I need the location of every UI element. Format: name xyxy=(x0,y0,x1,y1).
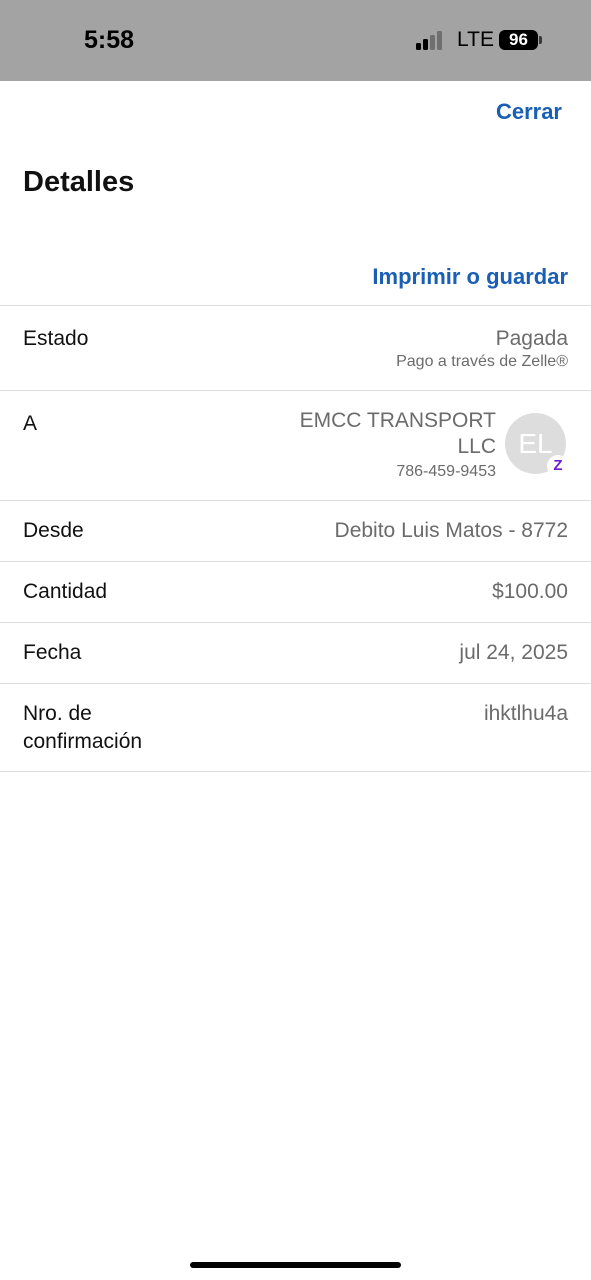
cantidad-value: $100.00 xyxy=(492,580,568,603)
page-title: Detalles xyxy=(23,166,135,198)
estado-value: Pagada xyxy=(495,327,568,350)
confirmacion-value: ihktlhu4a xyxy=(483,702,568,725)
detail-row-estado: Estado Pagada Pago a través de Zelle® xyxy=(0,306,591,391)
zelle-icon: Z xyxy=(547,455,569,477)
battery-icon: 96 xyxy=(499,30,538,50)
desde-label: Desde xyxy=(23,519,84,542)
desde-value: Debito Luis Matos - 8772 xyxy=(334,519,568,542)
details-list: Estado Pagada Pago a través de Zelle® A … xyxy=(0,305,591,772)
detail-row-cantidad: Cantidad $100.00 xyxy=(0,562,591,623)
detail-row-confirmacion: Nro. de confirmación ihktlhu4a xyxy=(0,684,591,772)
confirmacion-label: Nro. de confirmación xyxy=(23,702,143,753)
status-bar: 5:58 LTE 96 xyxy=(0,0,591,81)
home-indicator[interactable] xyxy=(190,1262,401,1268)
close-button[interactable]: Cerrar xyxy=(496,99,562,125)
fecha-value: jul 24, 2025 xyxy=(459,641,568,664)
detail-row-desde: Desde Debito Luis Matos - 8772 xyxy=(0,501,591,562)
detail-row-recipient: A EMCC TRANSPORT LLC 786-459-9453 EL Z xyxy=(0,391,591,501)
recipient-label: A xyxy=(23,412,38,435)
detail-row-fecha: Fecha jul 24, 2025 xyxy=(0,623,591,684)
cantidad-label: Cantidad xyxy=(23,580,108,603)
status-time: 5:58 xyxy=(84,26,135,54)
network-type: LTE xyxy=(457,28,494,51)
estado-subtext: Pago a través de Zelle® xyxy=(396,353,568,370)
estado-label: Estado xyxy=(23,327,89,350)
recipient-phone: 786-459-9453 xyxy=(396,463,496,480)
cellular-signal-icon xyxy=(416,30,448,50)
recipient-name: EMCC TRANSPORT LLC xyxy=(299,409,496,458)
print-or-save-button[interactable]: Imprimir o guardar xyxy=(372,264,568,290)
battery-nub xyxy=(539,36,542,44)
fecha-label: Fecha xyxy=(23,641,82,664)
